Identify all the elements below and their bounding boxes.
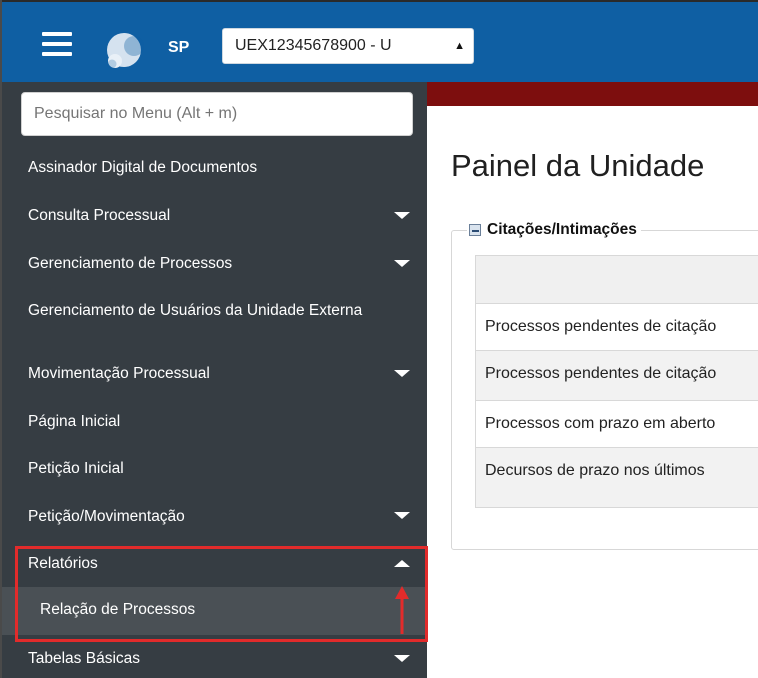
chevron-down-icon <box>394 212 410 219</box>
panel-legend-label: Citações/Intimações <box>487 221 637 238</box>
header-strip <box>427 82 758 106</box>
chevron-up-icon <box>394 560 410 567</box>
sidebar-item-tabelas-basicas[interactable]: Tabelas Básicas <box>2 635 427 678</box>
sidebar-item-label: Petição Inicial <box>28 460 124 477</box>
sidebar-item-label: Página Inicial <box>28 413 121 430</box>
logo-icon <box>107 33 144 69</box>
table-cell: Processos pendentes de citação <box>485 318 717 335</box>
sidebar-item-label: Relação de Processos <box>40 601 196 618</box>
table-row[interactable]: Processos pendentes de citação <box>476 304 758 351</box>
citacoes-table: Processos pendentes de citação Processos… <box>475 255 758 508</box>
chevron-down-icon <box>394 655 410 662</box>
table-header <box>476 256 758 304</box>
sidebar-item-gerenciamento-usuarios[interactable]: Gerenciamento de Usuários da Unidade Ext… <box>2 288 427 350</box>
chevron-down-icon <box>394 370 410 377</box>
sidebar-item-peticao-inicial[interactable]: Petição Inicial <box>2 445 427 492</box>
sidebar-item-movimentacao-processual[interactable]: Movimentação Processual <box>2 350 427 398</box>
sidebar-item-pagina-inicial[interactable]: Página Inicial <box>2 398 427 445</box>
menu-search-input[interactable] <box>21 92 413 136</box>
sidebar-item-label: Consulta Processual <box>28 207 171 224</box>
table-cell: Decursos de prazo nos últimos <box>485 462 705 479</box>
table-cell: Processos pendentes de citação <box>485 365 717 382</box>
table-cell: Processos com prazo em aberto <box>485 415 716 432</box>
unit-select-value: UEX12345678900 - U <box>235 37 392 54</box>
sidebar-item-peticao-movimentacao[interactable]: Petição/Movimentação <box>2 492 427 541</box>
page-title: Painel da Unidade <box>451 148 705 183</box>
sidebar-item-assinador[interactable]: Assinador Digital de Documentos <box>2 144 427 192</box>
sidebar-subitem-relacao-processos[interactable]: Relação de Processos <box>2 587 427 635</box>
chevron-down-icon <box>394 512 410 519</box>
hamburger-menu-icon[interactable] <box>42 32 72 56</box>
sidebar-item-label: Petição/Movimentação <box>28 508 185 525</box>
table-row[interactable]: Processos com prazo em aberto <box>476 401 758 448</box>
collapse-icon[interactable] <box>469 224 481 236</box>
sidebar-item-label: Movimentação Processual <box>28 365 210 382</box>
sidebar-item-label: Tabelas Básicas <box>28 650 141 667</box>
sidebar-item-label: Relatórios <box>28 555 98 572</box>
chevron-down-icon <box>394 260 410 267</box>
top-bar: SP UEX12345678900 - U ▲ <box>2 0 758 82</box>
sidebar-item-label: Gerenciamento de Processos <box>28 255 233 272</box>
unit-code-label: SP <box>168 39 190 56</box>
sidebar: Assinador Digital de Documentos Consulta… <box>2 82 427 678</box>
sidebar-item-relatorios[interactable]: Relatórios <box>2 541 427 587</box>
sidebar-menu: Assinador Digital de Documentos Consulta… <box>2 144 427 678</box>
app-window: SP UEX12345678900 - U ▲ Assinador Digita… <box>0 0 758 678</box>
table-row[interactable]: Processos pendentes de citação <box>476 351 758 401</box>
sidebar-item-consulta-processual[interactable]: Consulta Processual <box>2 192 427 240</box>
select-arrows-icon: ▲ <box>454 40 465 52</box>
unit-select[interactable]: UEX12345678900 - U ▲ <box>222 28 474 64</box>
panel-legend[interactable]: Citações/Intimações <box>467 221 641 239</box>
sidebar-item-label: Gerenciamento de Usuários da Unidade Ext… <box>28 302 363 319</box>
sidebar-item-label: Assinador Digital de Documentos <box>28 159 258 176</box>
table-row[interactable]: Decursos de prazo nos últimos <box>476 448 758 508</box>
sidebar-item-gerenciamento-processos[interactable]: Gerenciamento de Processos <box>2 240 427 288</box>
